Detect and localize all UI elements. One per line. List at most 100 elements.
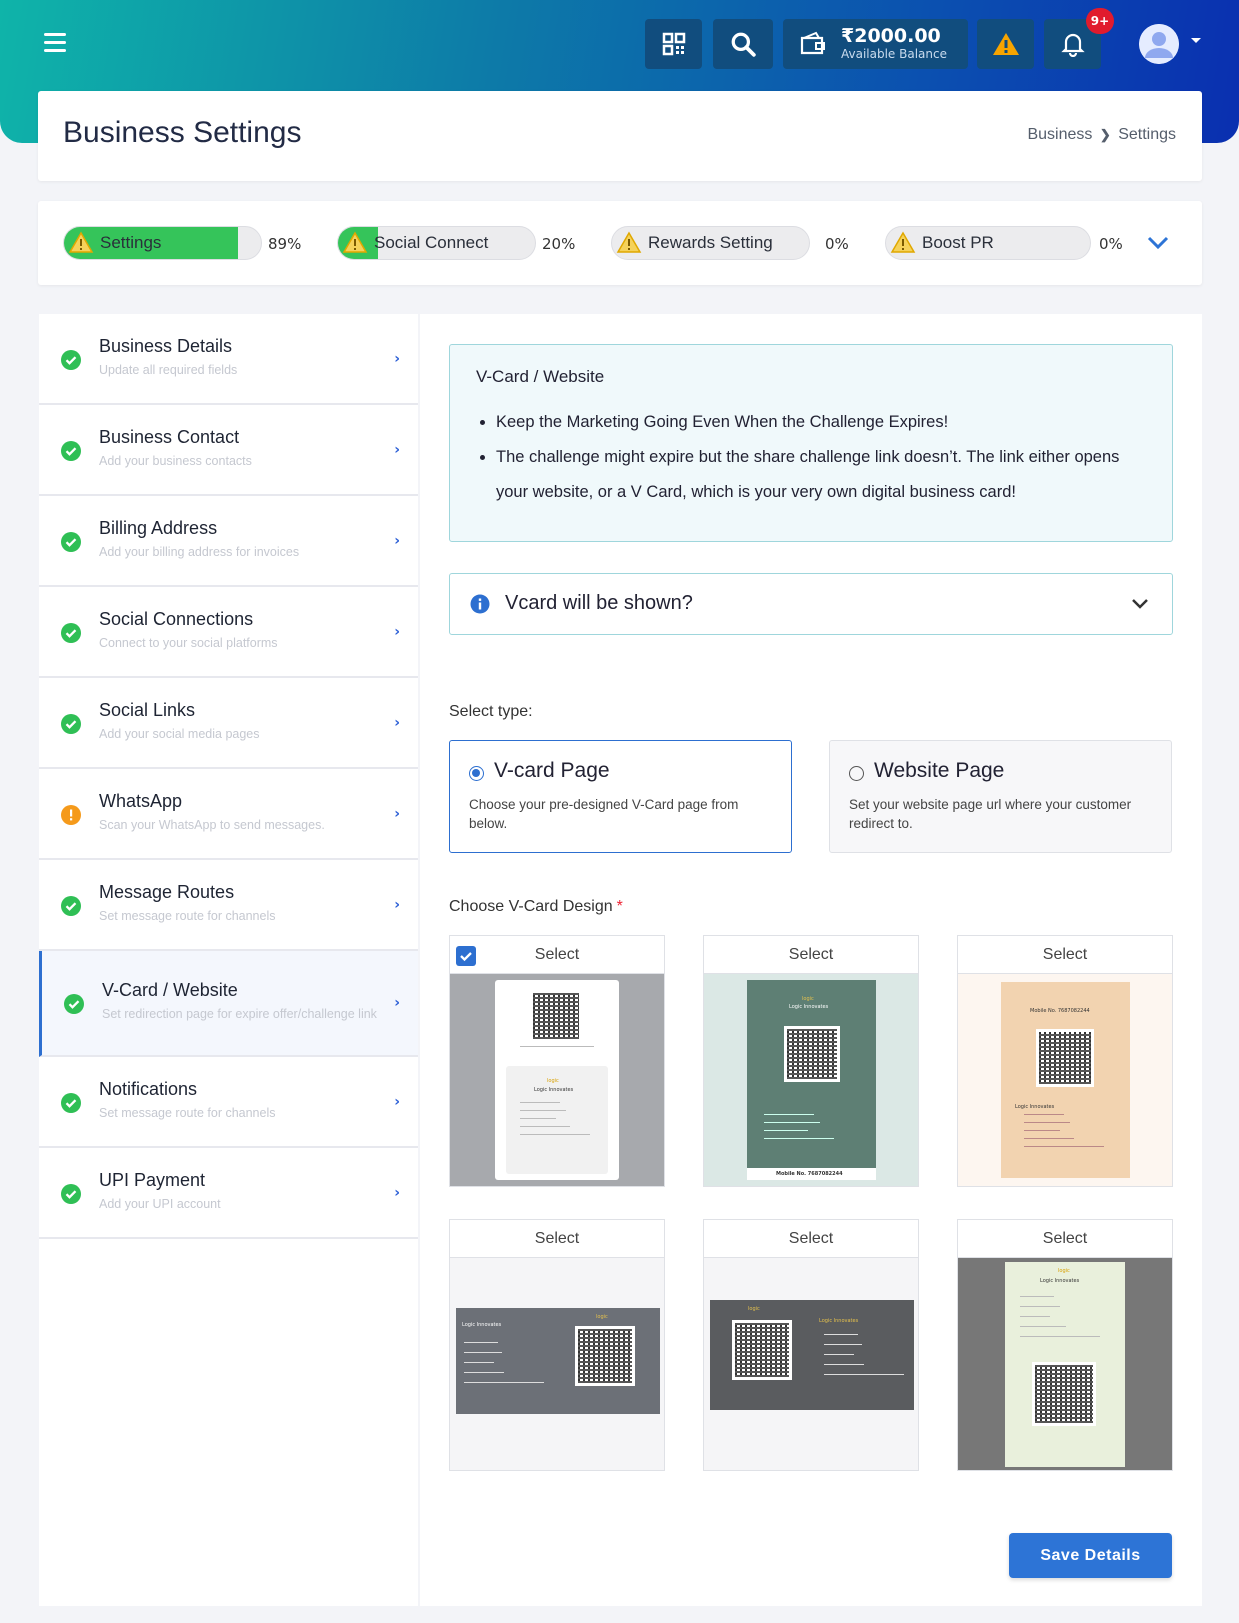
vcard-shown-accordion[interactable]: Vcard will be shown? xyxy=(449,573,1173,635)
design-label: Choose V-Card Design * xyxy=(449,898,623,916)
select-label: Select xyxy=(534,945,580,963)
sidebar-item-subtitle: Add your billing address for invoices xyxy=(99,544,300,559)
card-mobile: Mobile No. 7687082244 xyxy=(1030,1008,1090,1014)
card-mobile: Mobile No. 7687082244 xyxy=(776,1171,843,1177)
qr-scan-button[interactable] xyxy=(645,19,702,69)
sidebar-item-upi-payment[interactable]: UPI Payment Add your UPI account › xyxy=(39,1148,418,1239)
card-brand: logic xyxy=(802,996,814,1002)
info-bullet: Keep the Marketing Going Even When the C… xyxy=(496,405,1156,440)
sidebar-item-title: V-Card / Website xyxy=(102,980,238,1000)
progress-settings[interactable]: Settings xyxy=(63,226,262,260)
chevron-right-icon: › xyxy=(394,1184,400,1201)
sidebar-item-whatsapp[interactable]: WhatsApp Scan your WhatsApp to send messa… xyxy=(39,769,418,860)
vcard-design-5[interactable]: Select logic Logic Innovates xyxy=(703,1219,919,1471)
progress-social-connect[interactable]: Social Connect xyxy=(337,226,536,260)
design-preview: logic Logic Innovates xyxy=(449,974,665,1187)
sidebar-item-subtitle: Add your social media pages xyxy=(99,726,260,741)
sidebar-item-social-links[interactable]: Social Links Add your social media pages › xyxy=(39,678,418,769)
expand-chevron-icon[interactable] xyxy=(1146,235,1170,251)
radio-unselected[interactable] xyxy=(849,766,864,781)
sidebar-item-business-details[interactable]: Business Details Update all required fiel… xyxy=(39,314,418,405)
progress-boost-pr[interactable]: Boost PR xyxy=(885,226,1091,260)
wallet-icon xyxy=(800,31,825,55)
sidebar-item-subtitle: Set message route for channels xyxy=(99,1105,276,1120)
sidebar-item-billing-address[interactable]: Billing Address Add your billing address … xyxy=(39,496,418,587)
sidebar-item-subtitle: Add your business contacts xyxy=(99,453,252,468)
sidebar-item-title: WhatsApp xyxy=(99,790,183,811)
sidebar-item-subtitle: Scan your WhatsApp to send messages. xyxy=(99,817,325,832)
select-type-label: Select type: xyxy=(449,703,533,720)
check-circle-icon xyxy=(61,1092,81,1113)
breadcrumb-current: Settings xyxy=(1118,126,1176,143)
warning-icon xyxy=(342,231,368,253)
chevron-right-icon: › xyxy=(394,623,400,640)
warning-icon xyxy=(890,231,916,253)
progress-label: Rewards Setting xyxy=(648,233,773,252)
design-preview: Logic Innovates logic xyxy=(449,1258,665,1471)
check-circle-icon xyxy=(61,713,81,734)
info-list: Keep the Marketing Going Even When the C… xyxy=(496,405,1156,510)
accordion-question: Vcard will be shown? xyxy=(505,592,693,614)
chevron-right-icon: › xyxy=(394,714,400,731)
progress-rewards-setting[interactable]: Rewards Setting xyxy=(611,226,810,260)
card-brand: logic xyxy=(1058,1268,1070,1274)
qr-icon xyxy=(662,32,685,56)
sidebar-item-title: UPI Payment xyxy=(99,1169,206,1190)
vcard-design-4[interactable]: Select Logic Innovates logic xyxy=(449,1219,665,1471)
select-label: Select xyxy=(534,1229,580,1247)
card-company: Logic Innovates xyxy=(789,1004,829,1010)
chevron-right-icon: ❯ xyxy=(1099,127,1111,142)
progress-percent: 0% xyxy=(825,235,849,253)
sidebar-item-social-connections[interactable]: Social Connections Connect to your social… xyxy=(39,587,418,678)
checkbox-checked-icon[interactable] xyxy=(456,946,476,966)
search-icon xyxy=(731,32,756,57)
card-brand: logic xyxy=(748,1306,760,1312)
option-title: V-card Page xyxy=(494,759,610,782)
card-company: Logic Innovates xyxy=(462,1322,502,1328)
vcard-design-2[interactable]: Select logic Logic Innovates Mobile No. … xyxy=(703,935,919,1187)
search-button[interactable] xyxy=(713,19,773,69)
warning-icon xyxy=(61,804,81,825)
user-icon xyxy=(1139,24,1179,64)
sidebar-item-subtitle: Connect to your social platforms xyxy=(99,635,278,650)
breadcrumb: Business ❯ Settings xyxy=(1027,126,1176,144)
chevron-right-icon: › xyxy=(394,441,400,458)
chevron-right-icon: › xyxy=(394,1093,400,1110)
warning-icon xyxy=(992,33,1019,55)
sidebar-item-message-routes[interactable]: Message Routes Set message route for chan… xyxy=(39,860,418,951)
card-brand: logic xyxy=(547,1078,559,1084)
check-circle-icon xyxy=(61,531,81,552)
vcard-design-6[interactable]: Select logic Logic Innovates xyxy=(957,1219,1173,1471)
card-brand: logic xyxy=(596,1314,608,1320)
info-box: V-Card / Website Keep the Marketing Goin… xyxy=(449,344,1173,542)
sidebar-item-subtitle: Update all required fields xyxy=(99,362,238,377)
radio-selected[interactable] xyxy=(469,766,484,781)
check-circle-icon xyxy=(61,349,81,370)
warning-icon xyxy=(68,231,94,253)
avatar[interactable] xyxy=(1139,24,1179,64)
chevron-right-icon: › xyxy=(394,805,400,822)
wallet-balance[interactable]: ₹2000.00 Available Balance xyxy=(783,19,968,69)
card-company: Logic Innovates xyxy=(534,1087,574,1093)
sidebar-item-v-card-website[interactable]: V-Card / Website Set redirection page for… xyxy=(39,951,418,1057)
menu-icon[interactable] xyxy=(44,33,66,53)
breadcrumb-parent[interactable]: Business xyxy=(1027,126,1092,143)
progress-percent: 0% xyxy=(1099,235,1123,253)
vcard-page-option[interactable]: V-card Page Choose your pre-designed V-C… xyxy=(449,740,792,853)
select-label: Select xyxy=(788,945,834,963)
sidebar-item-notifications[interactable]: Notifications Set message route for chann… xyxy=(39,1057,418,1148)
info-icon xyxy=(470,594,490,614)
website-page-option[interactable]: Website Page Set your website page url w… xyxy=(829,740,1172,853)
progress-label: Boost PR xyxy=(922,233,994,252)
save-details-button[interactable]: Save Details xyxy=(1009,1533,1172,1578)
chevron-down-icon[interactable] xyxy=(1191,38,1201,43)
option-title: Website Page xyxy=(874,759,1005,782)
vcard-design-3[interactable]: Select Mobile No. 7687082244 Logic Innov… xyxy=(957,935,1173,1187)
alert-button[interactable] xyxy=(977,19,1034,69)
sidebar-item-title: Message Routes xyxy=(99,881,235,902)
chevron-down-icon xyxy=(1132,599,1148,609)
vcard-design-1[interactable]: Select logic Logic Innovates xyxy=(449,935,665,1187)
sidebar-item-business-contact[interactable]: Business Contact Add your business contac… xyxy=(39,405,418,496)
design-preview: Mobile No. 7687082244 Logic Innovates xyxy=(957,974,1173,1187)
progress-label: Social Connect xyxy=(374,233,489,252)
